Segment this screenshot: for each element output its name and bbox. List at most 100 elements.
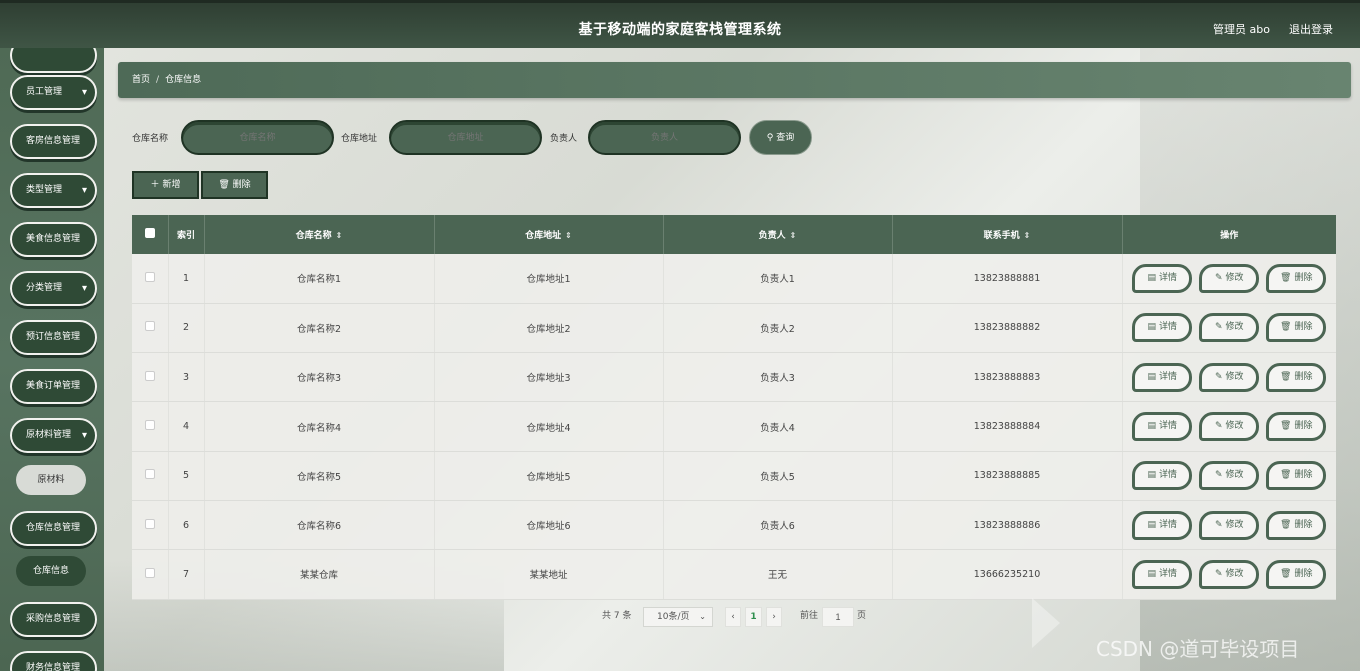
sidebar-item-label: 原材料管理 [26, 430, 72, 440]
table-row: 3 仓库名称3 仓库地址3 负责人3 13823888883 ▤ 详情 ✎ 修改 🗑 删除 [132, 352, 1336, 403]
warehouse-name-label: 仓库名称 [132, 134, 169, 144]
delete-button[interactable]: 🗑 删除 [1266, 461, 1327, 491]
row-select-cell[interactable] [132, 549, 169, 600]
cell-person: 负责人2 [663, 303, 893, 354]
column-header-phone[interactable]: 联系手机 ⇕ [892, 215, 1123, 254]
sidebar-item-partial-top[interactable] [10, 48, 97, 73]
delete-button[interactable]: 🗑 删除 [1266, 412, 1327, 442]
detail-button[interactable]: ▤ 详情 [1132, 362, 1193, 392]
trash-icon: 🗑 [1280, 421, 1292, 432]
sidebar: 员工管理 ▾ 客房信息管理 类型管理 ▾ 美食信息管理 分类管理 ▾ 预订信息管… [0, 48, 104, 671]
prev-page-button[interactable]: ‹ [725, 607, 741, 627]
sidebar-subitem-warehouse-info[interactable]: 仓库信息 [16, 556, 86, 586]
sidebar-item-category[interactable]: 分类管理 ▾ [10, 271, 97, 306]
chevron-down-icon: ▾ [81, 430, 87, 441]
chevron-down-icon: ▾ [81, 87, 87, 98]
page-number-current[interactable]: 1 [745, 607, 762, 627]
sidebar-item-food-orders[interactable]: 美食订单管理 [10, 369, 97, 404]
row-checkbox[interactable] [144, 469, 155, 480]
row-select-cell[interactable] [132, 451, 169, 501]
edit-button[interactable]: ✎ 修改 [1199, 412, 1260, 442]
sidebar-item-label: 采购信息管理 [26, 614, 81, 624]
sidebar-item-purchase[interactable]: 采购信息管理 [10, 602, 97, 637]
cell-actions: ▤ 详情 ✎ 修改 🗑 删除 [1122, 254, 1336, 304]
logout-button[interactable]: 退出登录 [1289, 21, 1333, 37]
detail-button[interactable]: ▤ 详情 [1132, 313, 1193, 343]
person-input[interactable] [588, 120, 741, 155]
edit-button[interactable]: ✎ 修改 [1199, 461, 1260, 491]
detail-button[interactable]: ▤ 详情 [1132, 412, 1193, 442]
delete-button[interactable]: 🗑 删除 [1266, 362, 1327, 392]
detail-button[interactable]: ▤ 详情 [1132, 510, 1193, 540]
row-checkbox[interactable] [144, 321, 155, 332]
sort-icon[interactable]: ⇕ [790, 231, 797, 240]
column-header-index: 索引 [168, 215, 205, 254]
page-size-select[interactable]: 10条/页 ⌄ [643, 607, 713, 627]
sidebar-item-booking[interactable]: 预订信息管理 [10, 320, 97, 355]
delete-button[interactable]: 🗑 删除 [1266, 263, 1327, 293]
sort-icon[interactable]: ⇕ [565, 231, 572, 240]
next-page-button[interactable]: › [766, 607, 782, 627]
row-select-cell[interactable] [132, 303, 169, 354]
sidebar-item-label: 预订信息管理 [26, 332, 81, 342]
warehouse-address-input[interactable] [389, 120, 542, 155]
edit-button[interactable]: ✎ 修改 [1199, 559, 1260, 589]
row-checkbox[interactable] [144, 420, 155, 431]
row-checkbox[interactable] [144, 370, 155, 381]
trash-icon: 🗑 [1280, 519, 1292, 530]
row-select-cell[interactable] [132, 254, 169, 304]
delete-button[interactable]: 🗑 删除 [1266, 510, 1327, 540]
edit-button[interactable]: ✎ 修改 [1199, 362, 1260, 392]
sidebar-item-materials[interactable]: 原材料管理 ▾ [10, 418, 97, 453]
breadcrumb-home[interactable]: 首页 [132, 75, 150, 85]
trash-icon: 🗑 [1280, 568, 1292, 579]
goto-page-input[interactable] [822, 607, 854, 627]
table-row: 2 仓库名称2 仓库地址2 负责人2 13823888882 ▤ 详情 ✎ 修改 🗑 删除 [132, 303, 1336, 354]
sort-icon[interactable]: ⇕ [336, 231, 343, 240]
row-checkbox[interactable] [144, 271, 155, 282]
detail-button[interactable]: ▤ 详情 [1132, 461, 1193, 491]
table-row: 5 仓库名称5 仓库地址5 负责人5 13823888885 ▤ 详情 ✎ 修改 🗑 删除 [132, 451, 1336, 501]
row-select-cell[interactable] [132, 401, 169, 452]
admin-label: 管理员 abo [1213, 23, 1270, 36]
column-header-name[interactable]: 仓库名称 ⇕ [204, 215, 435, 254]
sidebar-subitem-material[interactable]: 原材料 [16, 465, 86, 495]
batch-delete-button[interactable]: 🗑 删除 [201, 171, 268, 199]
query-button[interactable]: ⚲ 查询 [749, 120, 812, 155]
breadcrumb-separator: / [156, 75, 160, 85]
sidebar-item-warehouse[interactable]: 仓库信息管理 [10, 511, 97, 546]
select-all-checkbox[interactable] [144, 228, 155, 238]
sidebar-item-types[interactable]: 类型管理 ▾ [10, 173, 97, 208]
document-icon: ▤ [1147, 421, 1156, 432]
cell-address: 仓库地址5 [434, 451, 664, 501]
column-header-actions: 操作 [1220, 231, 1239, 241]
edit-button[interactable]: ✎ 修改 [1199, 510, 1260, 540]
sidebar-item-label: 仓库信息管理 [26, 523, 81, 533]
delete-button[interactable]: 🗑 删除 [1266, 313, 1327, 343]
edit-button[interactable]: ✎ 修改 [1199, 313, 1260, 343]
sidebar-item-finance[interactable]: 财务信息管理 [10, 651, 97, 671]
row-checkbox[interactable] [144, 567, 155, 578]
detail-button[interactable]: ▤ 详情 [1132, 263, 1193, 293]
select-all-cell[interactable] [132, 215, 169, 254]
add-button[interactable]: ＋ 新增 [132, 171, 199, 199]
column-header-address[interactable]: 仓库地址 ⇕ [434, 215, 664, 254]
column-header-person[interactable]: 负责人 ⇕ [663, 215, 893, 254]
sidebar-item-staff[interactable]: 员工管理 ▾ [10, 75, 97, 110]
warehouse-table: 索引 仓库名称 ⇕ 仓库地址 ⇕ 负责人 ⇕ 联系手机 ⇕ 操作 1 仓库名称1 仓库地址1… [132, 215, 1336, 600]
row-select-cell[interactable] [132, 352, 169, 403]
cell-person: 负责人4 [663, 401, 893, 452]
edit-button[interactable]: ✎ 修改 [1199, 263, 1260, 293]
sidebar-item-rooms[interactable]: 客房信息管理 [10, 124, 97, 159]
sidebar-item-label: 美食订单管理 [26, 381, 81, 391]
warehouse-name-input[interactable] [181, 120, 334, 155]
row-checkbox[interactable] [144, 518, 155, 529]
row-select-cell[interactable] [132, 500, 169, 551]
cell-phone: 13823888881 [892, 254, 1123, 304]
sort-icon[interactable]: ⇕ [1024, 231, 1031, 240]
cell-name: 仓库名称6 [204, 500, 435, 551]
table-row: 1 仓库名称1 仓库地址1 负责人1 13823888881 ▤ 详情 ✎ 修改 🗑 删除 [132, 254, 1336, 304]
sidebar-item-food[interactable]: 美食信息管理 [10, 222, 97, 257]
delete-button[interactable]: 🗑 删除 [1266, 559, 1327, 589]
detail-button[interactable]: ▤ 详情 [1132, 559, 1193, 589]
